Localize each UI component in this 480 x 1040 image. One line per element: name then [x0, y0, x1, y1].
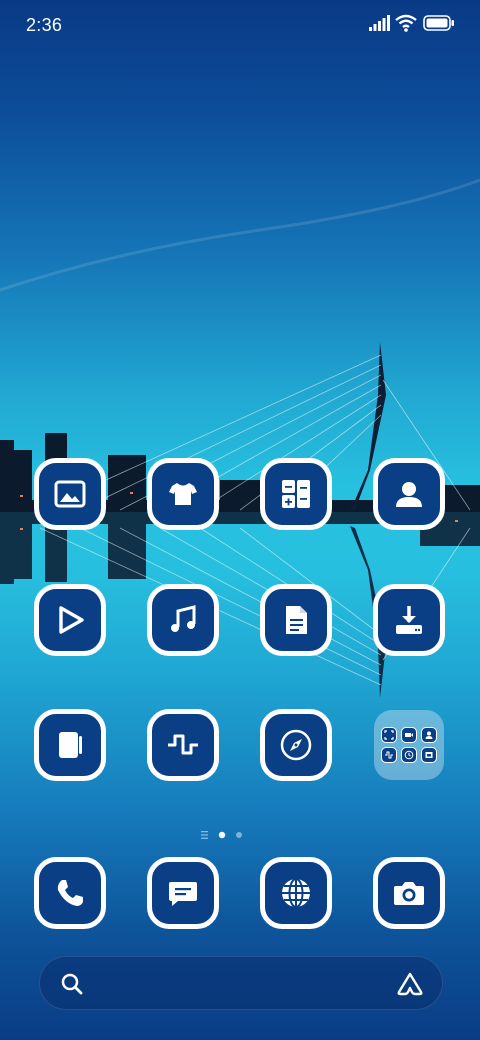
video-icon [401, 727, 417, 743]
wave-icon [381, 747, 397, 763]
recorder-icon[interactable] [147, 709, 219, 781]
calculator-icon[interactable] [260, 458, 332, 530]
assistant-icon[interactable] [396, 971, 424, 997]
messages-icon[interactable] [147, 857, 219, 929]
page-indicator[interactable] [200, 829, 250, 841]
clock: 2:36 [26, 15, 63, 35]
page-dot-active [218, 831, 226, 839]
gallery-icon[interactable] [34, 458, 106, 530]
user-icon [421, 727, 437, 743]
page-list-icon [201, 831, 208, 839]
phone-icon[interactable] [34, 857, 106, 929]
folder-icon[interactable] [374, 710, 444, 780]
compass-icon[interactable] [260, 709, 332, 781]
search-bar[interactable] [39, 956, 443, 1010]
clock-icon [401, 747, 417, 763]
file-manager-icon [421, 747, 437, 763]
scanner-icon [381, 727, 397, 743]
wifi-icon [395, 14, 417, 32]
cellular-signal-icon [369, 15, 390, 31]
downloads-icon[interactable] [373, 584, 445, 656]
camera-icon[interactable] [373, 857, 445, 929]
themes-icon[interactable] [147, 458, 219, 530]
search-icon[interactable] [60, 972, 84, 996]
browser-icon[interactable] [260, 857, 332, 929]
video-player-icon[interactable] [34, 584, 106, 656]
battery-icon [423, 15, 454, 31]
status-bar: 2:36 [0, 0, 480, 50]
page-dot [236, 832, 242, 838]
music-icon[interactable] [147, 584, 219, 656]
notebook-icon[interactable] [34, 709, 106, 781]
home-screen: 2:36 [0, 0, 480, 1040]
notes-icon[interactable] [260, 584, 332, 656]
contacts-icon[interactable] [373, 458, 445, 530]
